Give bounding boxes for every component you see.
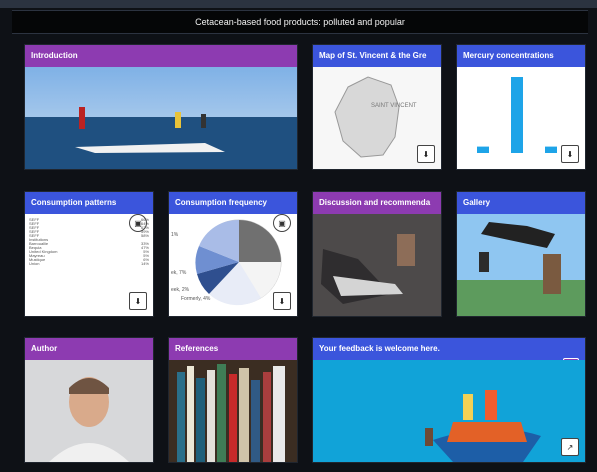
card-author-title: Author — [25, 338, 153, 360]
top-window-bar — [0, 0, 597, 8]
page-title: Cetacean-based food products: polluted a… — [195, 17, 405, 27]
map-label: SAINT VINCENT — [371, 103, 417, 109]
consumption-table: SEFF 66% SEFF 64% SEFF 62% SEFF 59% SEFF 58% Insti… — [29, 218, 149, 266]
feedback-image — [313, 360, 585, 462]
card-map-title: Map of St. Vincent & the Gre — [313, 45, 441, 67]
consumption-row-label: Union — [29, 261, 40, 266]
pie-label-a: 1% — [171, 232, 179, 238]
card-author[interactable]: Author ▤ — [24, 337, 154, 463]
author-photo — [25, 360, 153, 462]
card-consumption-patterns-title: Consumption patterns — [25, 192, 153, 214]
card-consumption-frequency-title: Consumption frequency — [169, 192, 297, 214]
download-icon[interactable]: ⬇ — [129, 292, 147, 310]
references-books-image — [169, 360, 297, 462]
consumption-row-value: 58% — [140, 233, 149, 238]
card-gallery-title: Gallery — [457, 192, 585, 214]
consumption-row: Union 14% — [29, 262, 149, 266]
card-map[interactable]: Map of St. Vincent & the Gre ▣ SAINT VIN… — [312, 44, 442, 170]
pie-label-c: eek, 2% — [171, 287, 190, 293]
story-map-grid: Introduction ▤ Map of St. Vincent & the … — [12, 36, 588, 466]
card-references-title: References — [169, 338, 297, 360]
card-discussion-title: Discussion and recommenda — [313, 192, 441, 214]
discussion-image — [313, 214, 441, 316]
mercury-bar — [545, 146, 557, 153]
mercury-bar — [511, 77, 523, 153]
card-discussion[interactable]: Discussion and recommenda ▤ — [312, 191, 442, 317]
gallery-image — [457, 214, 585, 316]
page-header: Cetacean-based food products: polluted a… — [12, 10, 588, 34]
card-mercury-title: Mercury concentrations — [457, 45, 585, 67]
download-icon[interactable]: ⬇ — [273, 292, 291, 310]
mercury-bar — [477, 146, 489, 153]
card-introduction-title: Introduction — [25, 45, 297, 67]
card-consumption-patterns[interactable]: Consumption patterns ▣ SEFF 66% SEFF 64% SEF… — [24, 191, 154, 317]
card-introduction[interactable]: Introduction ▤ — [24, 44, 298, 170]
introduction-image — [25, 67, 297, 169]
external-link-icon[interactable]: ↗ — [561, 438, 579, 456]
pie-label-b: ek, 7% — [171, 270, 187, 276]
download-icon[interactable]: ⬇ — [417, 145, 435, 163]
card-feedback-title: Your feedback is welcome here. — [313, 338, 585, 360]
card-references[interactable]: References ▤ — [168, 337, 298, 463]
card-consumption-frequency[interactable]: Consumption frequency ▣ 1% ek, 7% eek, 2… — [168, 191, 298, 317]
card-gallery[interactable]: Gallery ? — [456, 191, 586, 317]
consumption-row-value: 14% — [140, 261, 149, 266]
card-feedback[interactable]: Your feedback is welcome here. ■ ↗ — [312, 337, 586, 463]
pie-label-d: Formerly, 4% — [181, 296, 211, 302]
card-mercury[interactable]: Mercury concentrations ▣ ⬇ — [456, 44, 586, 170]
download-icon[interactable]: ⬇ — [561, 145, 579, 163]
